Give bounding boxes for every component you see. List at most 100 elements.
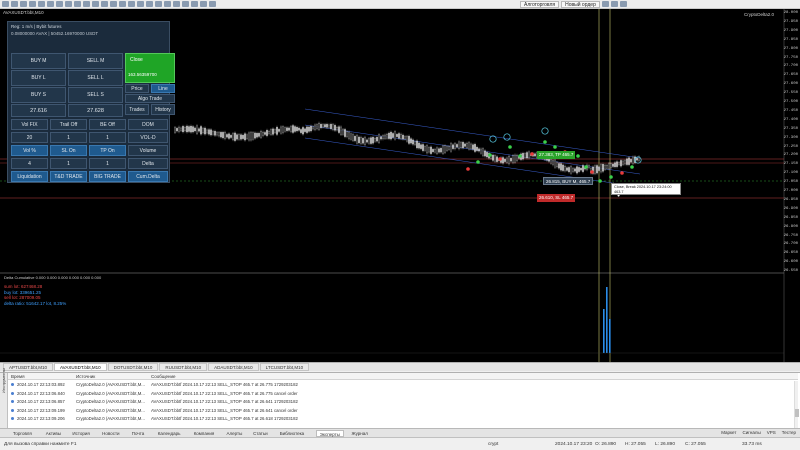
toolbox-icon[interactable]	[38, 1, 45, 7]
trail-off-button[interactable]: Trail Off	[50, 119, 87, 130]
market-watch-icon[interactable]	[20, 1, 27, 7]
new-order-button[interactable]: Новый ордер	[561, 0, 600, 8]
period-m15-icon[interactable]	[92, 1, 99, 7]
toolbox-tab[interactable]: Компания	[191, 430, 218, 437]
market-link[interactable]: Маркет	[721, 430, 736, 435]
col-message[interactable]: Сообщение	[151, 374, 176, 379]
sell-l-button[interactable]: SELL L	[68, 70, 123, 86]
sl-order-label[interactable]: 26.610, SL 465.7	[537, 194, 576, 202]
vol-percent-button[interactable]: Vol %	[11, 145, 48, 156]
vol-fix-button[interactable]: Vol FIX	[11, 119, 48, 130]
toolbox-tab[interactable]: История	[69, 430, 92, 437]
vps-link[interactable]: VPS	[767, 430, 776, 435]
symbol-tab[interactable]: AVAXUSDT.bbt,M10	[54, 363, 107, 371]
history-button[interactable]: History	[151, 104, 175, 115]
buy-l-button[interactable]: BUY L	[11, 70, 66, 86]
new-chart-icon[interactable]	[2, 1, 9, 7]
period-mn-icon[interactable]	[146, 1, 153, 7]
tnd-trade-button[interactable]: T&D TRADE	[50, 171, 87, 182]
toolbox-tab[interactable]: Новости	[99, 430, 122, 437]
symbol-tab[interactable]: DOTUSDT.bbt,M10	[107, 363, 159, 371]
buy-m-button[interactable]: BUY M	[11, 53, 66, 69]
volume-button[interactable]: Volume	[128, 145, 168, 156]
toolbox-tab[interactable]: Статьи	[250, 430, 271, 437]
symbol-tab[interactable]: RUUSDT.bbt,M10	[159, 363, 208, 371]
toolbox-tab[interactable]: Эксперты	[315, 430, 344, 437]
algo-trading-button[interactable]: Алготорговля	[520, 0, 560, 8]
toolbox-tab[interactable]: Активы	[43, 430, 64, 437]
sl-on-button[interactable]: SL On	[50, 145, 87, 156]
period-h4-icon[interactable]	[119, 1, 126, 7]
tp-order-label[interactable]: 27.383, TP 465.7	[537, 151, 576, 159]
period-m1-icon[interactable]	[74, 1, 81, 7]
editor-icon[interactable]	[56, 1, 63, 7]
price-button[interactable]: Price	[125, 84, 149, 93]
sell-m-button[interactable]: SELL M	[68, 53, 123, 69]
period-m30-icon[interactable]	[101, 1, 108, 7]
buy-s-button[interactable]: BUY S	[11, 87, 66, 103]
algo-trade-button[interactable]: Algo Trade	[125, 94, 175, 103]
tp-value-field[interactable]: 1	[89, 158, 126, 169]
log-row[interactable]: 2024.10.17 22:13:06.840 CryptoDelta2.0 (A…	[8, 390, 793, 398]
symbol-tab[interactable]: LTCUSDT.bbt,M10	[259, 363, 310, 371]
liquidation-button[interactable]: Liquidation	[11, 171, 48, 182]
period-h1-icon[interactable]	[110, 1, 117, 7]
log-row[interactable]: 2024.10.17 22:13:09.206 CryptoDelta2.0 (A…	[8, 415, 793, 423]
cum-delta-button[interactable]: Cum.Delta	[128, 171, 168, 182]
toolbox-side-handle[interactable]: Инструменты	[0, 368, 8, 429]
navigator-icon[interactable]	[29, 1, 36, 7]
candle-body	[242, 135, 244, 139]
sell-s-button[interactable]: SELL S	[68, 87, 123, 103]
chart-line-icon[interactable]	[619, 1, 627, 7]
indicators-icon[interactable]	[200, 1, 207, 7]
tp-on-button[interactable]: TP On	[89, 145, 126, 156]
zoom-out-icon[interactable]	[164, 1, 171, 7]
delta-button[interactable]: Delta	[128, 158, 168, 169]
templates-icon[interactable]	[209, 1, 216, 7]
be-value-field[interactable]: 1	[89, 132, 126, 143]
one-click-icon[interactable]	[65, 1, 72, 7]
col-source[interactable]: Источник	[76, 374, 95, 379]
buy-order-label[interactable]: 26.815, BUY M, 465.7	[543, 177, 594, 185]
toolbox-tab[interactable]: Журнал	[349, 430, 371, 437]
period-d1-icon[interactable]	[128, 1, 135, 7]
value-4-field[interactable]: 4	[11, 158, 48, 169]
chart-candles-icon[interactable]	[610, 1, 618, 7]
candle-body	[480, 148, 482, 154]
toolbox-tab[interactable]: Почта	[129, 430, 148, 437]
chart-bars-icon[interactable]	[601, 1, 609, 7]
price-chart[interactable]: AVAXUSDT.bbt,M10 CryptoDelta2.0 28.000 27…	[0, 9, 800, 362]
symbol-tab[interactable]: APTUSDT.bbt,M10	[3, 363, 54, 371]
profiles-icon[interactable]	[11, 1, 18, 7]
log-row[interactable]: 2024.10.17 22:13:03.892 CryptoDelta2.0 (A…	[8, 381, 793, 389]
trail-value-field[interactable]: 1	[50, 132, 87, 143]
col-time[interactable]: Время	[11, 374, 25, 379]
toolbox-tab[interactable]: Торговля	[10, 430, 35, 437]
tester-link[interactable]: Тестер	[782, 430, 796, 435]
line-button[interactable]: Line	[151, 84, 175, 93]
log-row[interactable]: 2024.10.17 22:13:06.857 CryptoDelta2.0 (A…	[8, 398, 793, 406]
toolbox-tab[interactable]: Календарь	[155, 430, 184, 437]
log-scrollbar[interactable]	[794, 381, 799, 428]
zoom-in-icon[interactable]	[155, 1, 162, 7]
signals-link[interactable]: Сигналы	[742, 430, 760, 435]
autoscroll-icon[interactable]	[182, 1, 189, 7]
toolbox-tab[interactable]: Алерты	[224, 430, 246, 437]
trades-button[interactable]: Trades	[125, 104, 149, 115]
dom-button[interactable]: DOM	[128, 119, 168, 130]
toolbox-tab[interactable]: Библиотека	[277, 430, 307, 437]
close-button[interactable]: Close 163.56359700	[125, 53, 175, 83]
chart-shift-icon[interactable]	[191, 1, 198, 7]
vol-d-button[interactable]: VOL-D	[128, 132, 168, 143]
grid-icon[interactable]	[173, 1, 180, 7]
period-w1-icon[interactable]	[137, 1, 144, 7]
log-row[interactable]: 2024.10.17 22:13:09.199 CryptoDelta2.0 (A…	[8, 407, 793, 415]
big-trade-button[interactable]: BIG TRADE	[89, 171, 126, 182]
strategy-tester-icon[interactable]	[47, 1, 54, 7]
vol-value-field[interactable]: 20	[11, 132, 48, 143]
log-scrollbar-thumb[interactable]	[795, 409, 799, 417]
be-off-button[interactable]: BE Off	[89, 119, 126, 130]
symbol-tab[interactable]: ADAUSDT.bbt,M10	[208, 363, 259, 371]
sl-value-field[interactable]: 1	[50, 158, 87, 169]
period-m5-icon[interactable]	[83, 1, 90, 7]
